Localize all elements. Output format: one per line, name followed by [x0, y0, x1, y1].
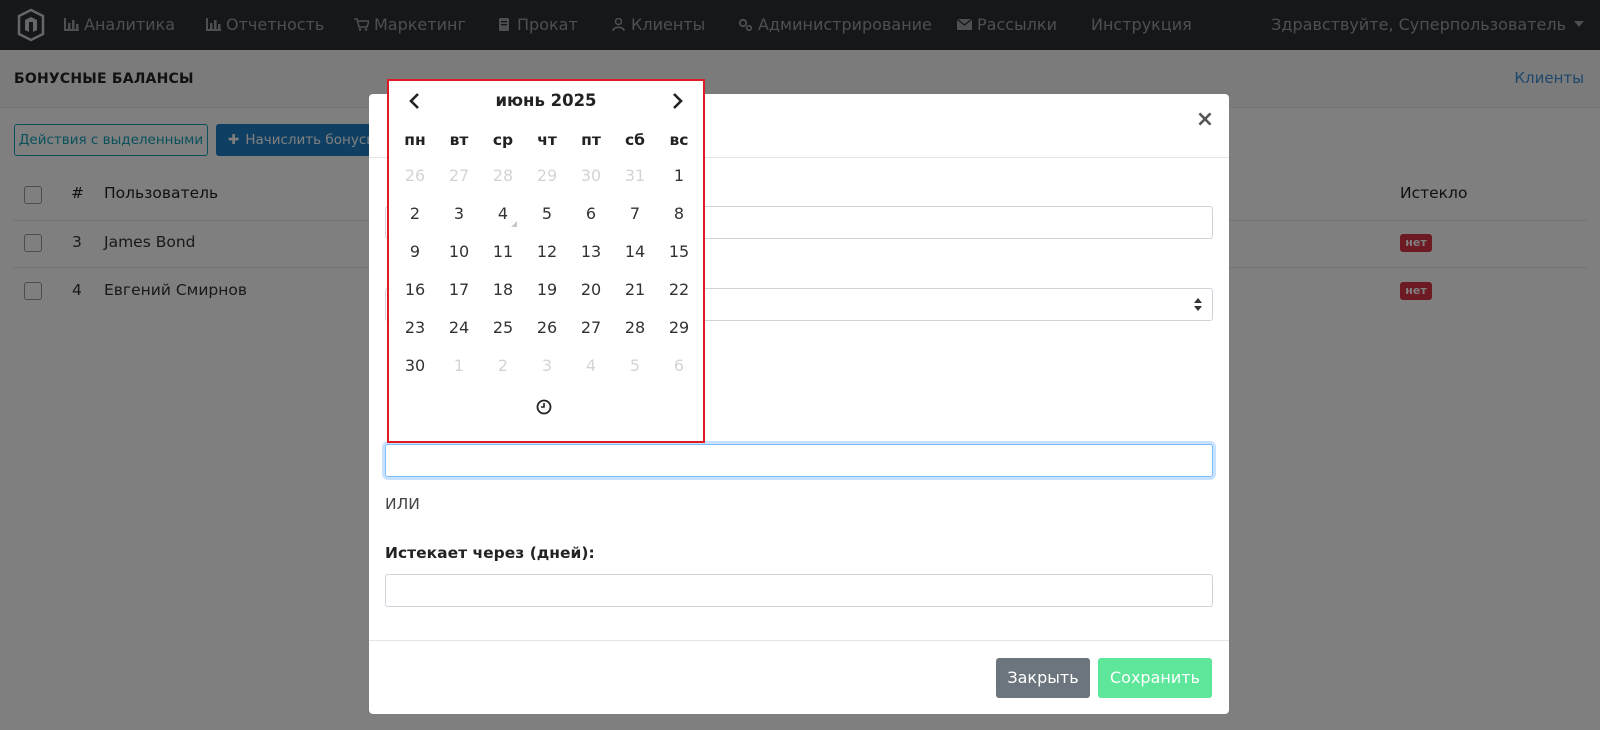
calendar-day-other-month[interactable]: 26: [395, 161, 435, 191]
calendar-day[interactable]: 16: [395, 275, 435, 305]
calendar-day[interactable]: 21: [615, 275, 655, 305]
calendar-day[interactable]: 9: [395, 237, 435, 267]
calendar-day[interactable]: 4: [483, 199, 523, 229]
today-marker-icon: [511, 221, 517, 227]
calendar-day[interactable]: 19: [527, 275, 567, 305]
save-button[interactable]: Сохранить: [1098, 658, 1212, 698]
calendar-day[interactable]: 6: [571, 199, 611, 229]
calendar-day[interactable]: 13: [571, 237, 611, 267]
calendar-day-other-month[interactable]: 29: [527, 161, 567, 191]
expires-in-days-label: Истекает через (дней):: [385, 544, 595, 562]
calendar-day-other-month[interactable]: 28: [483, 161, 523, 191]
calendar-day[interactable]: 10: [439, 237, 479, 267]
calendar-day-other-month[interactable]: 3: [527, 351, 567, 381]
expires-in-days-input[interactable]: [385, 574, 1213, 607]
calendar-day[interactable]: 26: [527, 313, 567, 343]
calendar-day[interactable]: 20: [571, 275, 611, 305]
calendar-day[interactable]: 8: [659, 199, 699, 229]
weekday-header: вс: [669, 131, 689, 149]
weekday-header: ср: [492, 131, 514, 149]
or-separator: ИЛИ: [385, 495, 420, 513]
datepicker-popup: июнь 2025 пн вт ср чт пт сб вс 26 27 28 29 30 31 1 2 3 4…: [387, 79, 705, 443]
calendar-day[interactable]: 24: [439, 313, 479, 343]
calendar-day-other-month[interactable]: 31: [615, 161, 655, 191]
calendar-day-other-month[interactable]: 30: [571, 161, 611, 191]
weekday-header: пт: [581, 131, 601, 149]
calendar-day[interactable]: 30: [395, 351, 435, 381]
calendar-day[interactable]: 2: [395, 199, 435, 229]
weekday-header: сб: [624, 131, 645, 149]
calendar-day[interactable]: 25: [483, 313, 523, 343]
calendar-day[interactable]: 29: [659, 313, 699, 343]
weekday-header: пн: [404, 131, 426, 149]
select-arrows-icon: [1194, 298, 1202, 312]
chevron-right-icon[interactable]: [667, 91, 687, 111]
datepicker-month-title[interactable]: июнь 2025: [389, 91, 703, 110]
calendar-day[interactable]: 27: [571, 313, 611, 343]
expiry-date-input[interactable]: [385, 444, 1213, 477]
calendar-day-other-month[interactable]: 27: [439, 161, 479, 191]
calendar-day[interactable]: 18: [483, 275, 523, 305]
modal-footer-divider: [369, 640, 1229, 641]
calendar-day[interactable]: 7: [615, 199, 655, 229]
calendar-day[interactable]: 11: [483, 237, 523, 267]
calendar-day[interactable]: 17: [439, 275, 479, 305]
calendar-day[interactable]: 14: [615, 237, 655, 267]
clock-icon[interactable]: [536, 399, 552, 415]
close-button[interactable]: Закрыть: [996, 658, 1090, 698]
calendar-day-other-month[interactable]: 4: [571, 351, 611, 381]
calendar-day[interactable]: 3: [439, 199, 479, 229]
calendar-day[interactable]: 22: [659, 275, 699, 305]
calendar-day-other-month[interactable]: 1: [439, 351, 479, 381]
calendar-day[interactable]: 15: [659, 237, 699, 267]
weekday-header: вт: [449, 131, 469, 149]
calendar-day-other-month[interactable]: 2: [483, 351, 523, 381]
calendar-day[interactable]: 23: [395, 313, 435, 343]
close-icon[interactable]: ×: [1195, 109, 1215, 131]
calendar-day-other-month[interactable]: 6: [659, 351, 699, 381]
calendar-day[interactable]: 5: [527, 199, 567, 229]
calendar-day[interactable]: 1: [659, 161, 699, 191]
weekday-header: чт: [537, 131, 557, 149]
calendar-day[interactable]: 12: [527, 237, 567, 267]
calendar-day-other-month[interactable]: 5: [615, 351, 655, 381]
calendar-day[interactable]: 28: [615, 313, 655, 343]
